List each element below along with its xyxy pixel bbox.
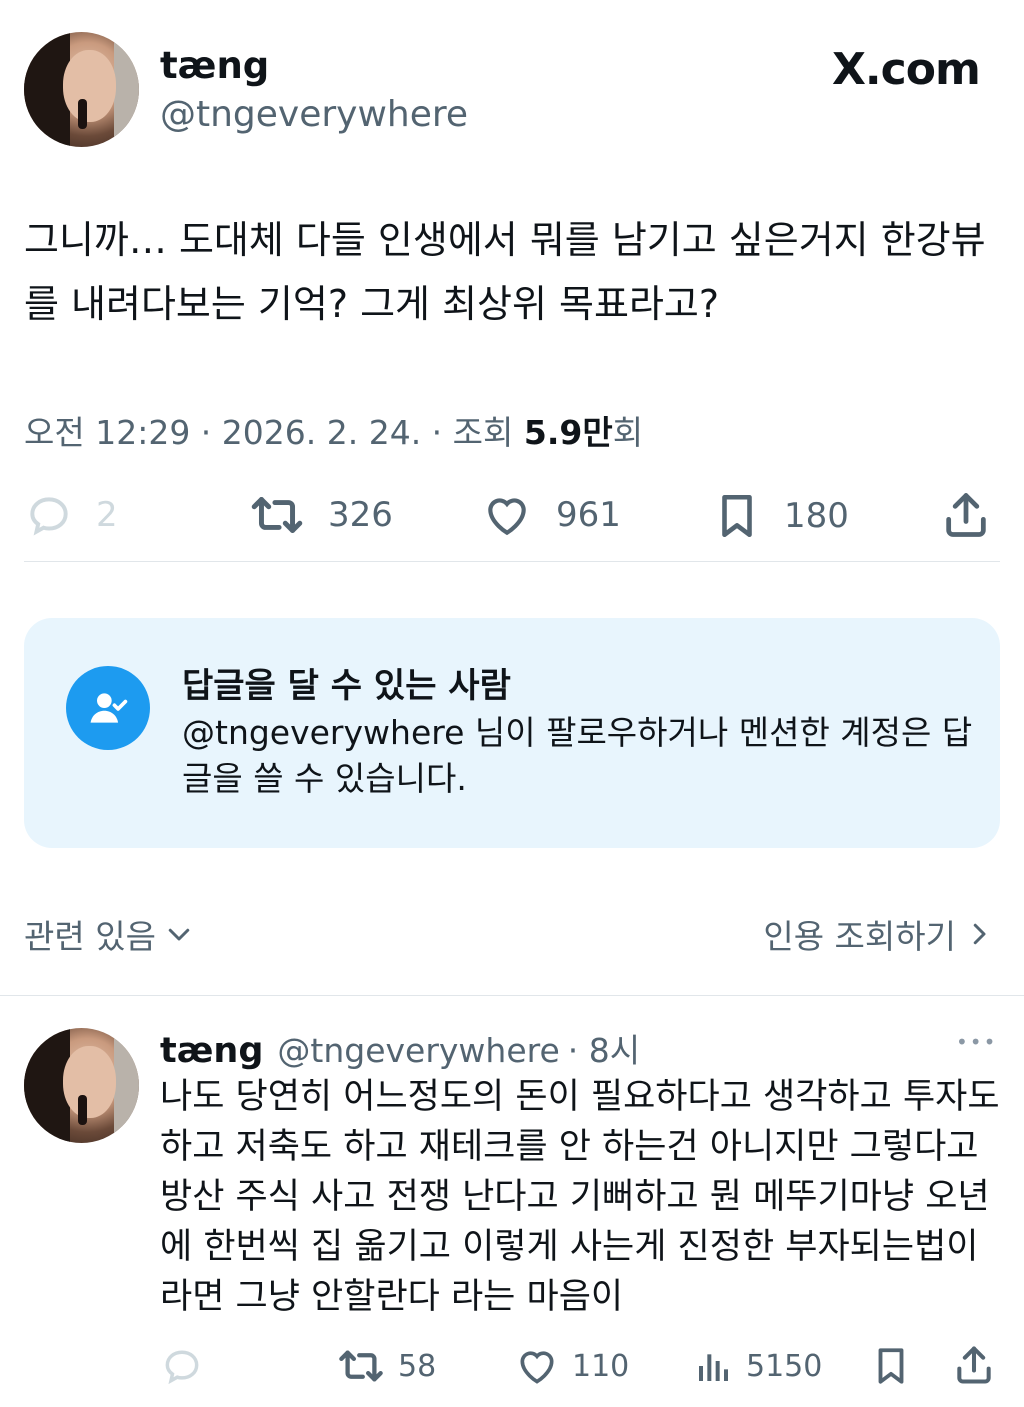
reply-retweet-count: 58 [398, 1348, 437, 1384]
reply-time[interactable]: · 8시 [568, 1024, 640, 1072]
reply-restriction-description: @tngeverywhere 님이 팔로우하거나 멘션한 계정은 답글을 쓸 수… [182, 713, 973, 798]
reply-like-button[interactable]: 110 [514, 1344, 629, 1388]
site-badge: X.com [832, 44, 981, 95]
section-divider [0, 995, 1024, 996]
reply-retweet-button[interactable]: 58 [336, 1344, 436, 1388]
tweet-text: 그니까… 도대체 다들 인생에서 뭐를 남기고 싶은거지 한강뷰를 내려다보는 … [24, 218, 986, 326]
retweet-button[interactable]: 326 [248, 490, 393, 540]
tweet-meta: 오전 12:29 · 2026. 2. 24. · 조회 5.9만회 [24, 406, 643, 454]
reply-icon [30, 497, 68, 536]
reply-icon [165, 1350, 199, 1385]
like-icon [520, 1351, 554, 1384]
reply-author-avatar[interactable] [24, 1028, 139, 1143]
bookmark-button[interactable]: 180 [712, 490, 849, 542]
share-button[interactable] [940, 488, 992, 546]
share-icon [957, 1346, 991, 1384]
bookmark-icon [722, 494, 752, 538]
reply-restriction-card: 답글을 달 수 있는 사람 @tngeverywhere 님이 팔로우하거나 멘… [24, 618, 1000, 848]
tweet-views: 5.9만 [523, 413, 613, 452]
reply-share-button[interactable] [952, 1342, 1008, 1388]
reply-text: 나도 당연히 어느정도의 돈이 필요하다고 생각하고 투자도 하고 저축도 하고… [160, 1077, 1000, 1317]
relevance-dropdown[interactable]: 관련 있음 [24, 910, 194, 958]
chevron-down-icon [168, 928, 190, 941]
more-options-icon[interactable]: ••• [956, 1030, 997, 1054]
author-avatar[interactable] [24, 32, 139, 147]
reply-like-count: 110 [572, 1348, 630, 1384]
chevron-right-icon [973, 923, 986, 945]
person-check-icon [66, 666, 150, 750]
view-quotes-link[interactable]: 인용 조회하기 [763, 910, 994, 958]
reply-header: tæng @tngeverywhere · 8시 [160, 1024, 640, 1072]
like-count: 961 [556, 495, 621, 535]
view-quotes-label: 인용 조회하기 [763, 917, 956, 956]
reply-reply-button[interactable] [160, 1344, 216, 1388]
relevance-label: 관련 있음 [24, 917, 156, 956]
reply-button[interactable]: 2 [24, 490, 118, 540]
retweet-count: 326 [328, 495, 393, 535]
tweet-datetime: 오전 12:29 · 2026. 2. 24. · 조회 [24, 413, 524, 452]
retweet-icon [339, 1350, 383, 1382]
like-icon [488, 498, 526, 536]
reply-views-button[interactable]: 5150 [694, 1344, 822, 1388]
author-display-name[interactable]: tæng [160, 44, 269, 87]
reply-handle[interactable]: @tngeverywhere [277, 1031, 559, 1070]
retweet-icon [251, 496, 303, 534]
reply-restriction-title: 답글을 달 수 있는 사람 [182, 666, 511, 706]
reply-views-count: 5150 [746, 1348, 823, 1384]
bookmark-count: 180 [784, 496, 849, 536]
reply-count: 2 [96, 495, 118, 535]
like-button[interactable]: 961 [480, 490, 621, 540]
share-icon [946, 493, 986, 537]
bookmark-icon [878, 1348, 904, 1384]
reply-bookmark-button[interactable] [870, 1344, 924, 1388]
reply-display-name[interactable]: tæng [160, 1031, 263, 1071]
tweet-views-suffix: 회 [612, 413, 644, 452]
views-icon [699, 1354, 728, 1381]
author-handle[interactable]: @tngeverywhere [160, 94, 468, 135]
divider [24, 561, 1000, 562]
